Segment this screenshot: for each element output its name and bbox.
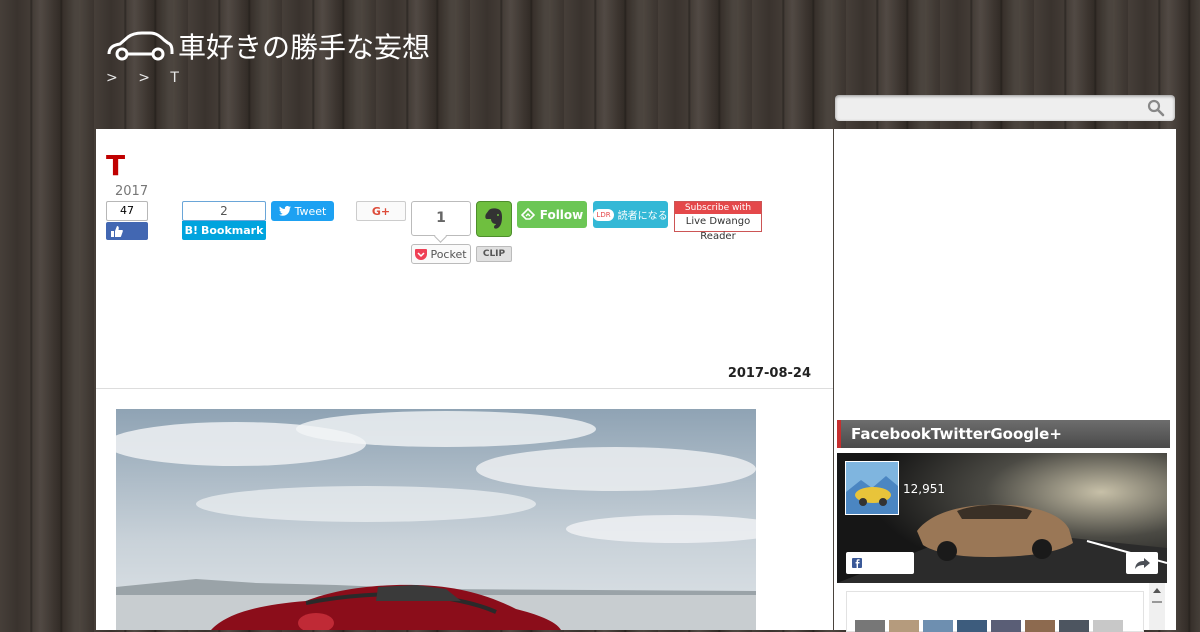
ldr-label: 読者になる [617, 211, 668, 222]
pocket-button[interactable]: Pocket [411, 244, 471, 264]
facebook-like-count: 47 [106, 201, 148, 221]
follower-avatar[interactable] [957, 620, 987, 632]
live-dwango-reader-button[interactable]: Subscribe with Live Dwango Reader [674, 201, 762, 242]
facebook-page-avatar[interactable] [845, 461, 899, 515]
scrollbar-thumb[interactable] [1152, 601, 1162, 603]
search-box [835, 95, 1175, 121]
dwango-top-text: Subscribe with [675, 202, 761, 214]
ldr-subscribe-button[interactable]: LDR 読者になる [593, 201, 668, 228]
car-logo-icon [107, 31, 174, 61]
facebook-followers-box [846, 591, 1144, 632]
post-year: 2017 [115, 184, 149, 199]
follower-avatar[interactable] [991, 620, 1021, 632]
pocket-label: Pocket [430, 247, 467, 261]
follower-avatar[interactable] [1093, 620, 1123, 632]
pocket-count: 1 [411, 201, 471, 236]
facebook-like-button[interactable]: 47 [106, 201, 148, 241]
sidebar-heading: FacebookTwitterGoogle+ [837, 420, 1170, 448]
main-content: T 2017 47 2 B! Bookmark Tweet G+ 1 Pocke… [96, 129, 833, 630]
tweet-button[interactable]: Tweet [271, 201, 334, 221]
google-plus-button[interactable]: G+ [356, 201, 406, 221]
site-title-text: 車好きの勝手な妄想 [178, 31, 431, 64]
follower-avatar[interactable] [1059, 620, 1089, 632]
hatena-bookmark-button[interactable]: 2 B! Bookmark [182, 201, 266, 241]
breadcrumb-current[interactable]: T [170, 70, 179, 86]
google-plus-icon: G+ [371, 204, 391, 218]
thumbs-up-icon [106, 222, 148, 240]
facebook-like-total: 12,951 [903, 482, 945, 496]
twitter-bird-icon [278, 206, 291, 216]
share-arrow-icon [1135, 558, 1150, 569]
site-title[interactable]: 車好きの勝手な妄想 [106, 26, 430, 66]
facebook-page-like-button[interactable] [846, 552, 914, 574]
tweet-label: Tweet [294, 204, 327, 218]
feedly-icon [520, 207, 535, 220]
breadcrumb-separator: > [138, 70, 150, 86]
scroll-up-arrow-icon[interactable] [1149, 583, 1165, 599]
breadcrumb-separator: > [106, 70, 118, 86]
ldr-icon: LDR [593, 208, 614, 221]
hatena-count: 2 [182, 201, 266, 221]
follower-avatar[interactable] [855, 620, 885, 632]
facebook-share-button[interactable] [1126, 552, 1158, 574]
search-icon[interactable] [1147, 99, 1165, 117]
followers-scrollbar[interactable] [1149, 583, 1165, 630]
post-hero-image [116, 409, 756, 630]
follower-avatar[interactable] [1025, 620, 1055, 632]
evernote-clip-label: CLIP [476, 246, 512, 262]
post-date: 2017-08-24 [727, 366, 811, 381]
feedly-label: Follow [539, 207, 584, 222]
follower-avatar[interactable] [923, 620, 953, 632]
feedly-follow-button[interactable]: Follow [517, 201, 587, 228]
site-header: 車好きの勝手な妄想 [106, 26, 430, 66]
hatena-b-icon: B! [184, 224, 198, 237]
follower-avatar[interactable] [889, 620, 919, 632]
hatena-bookmark-text: Bookmark [200, 224, 264, 237]
search-input[interactable] [835, 95, 1151, 119]
breadcrumb: > > T [106, 70, 195, 86]
divider [96, 388, 833, 389]
hatena-label: B! Bookmark [182, 221, 266, 240]
dwango-bottom-text: Live Dwango Reader [685, 216, 751, 242]
evernote-elephant-icon [485, 208, 502, 229]
post-title: T [106, 149, 126, 182]
pocket-icon [415, 248, 428, 260]
sidebar: FacebookTwitterGoogle+ 12,951 [834, 129, 1176, 632]
facebook-page-widget[interactable]: 12,951 [837, 453, 1167, 583]
evernote-button[interactable] [476, 201, 512, 237]
facebook-f-icon [852, 558, 862, 568]
